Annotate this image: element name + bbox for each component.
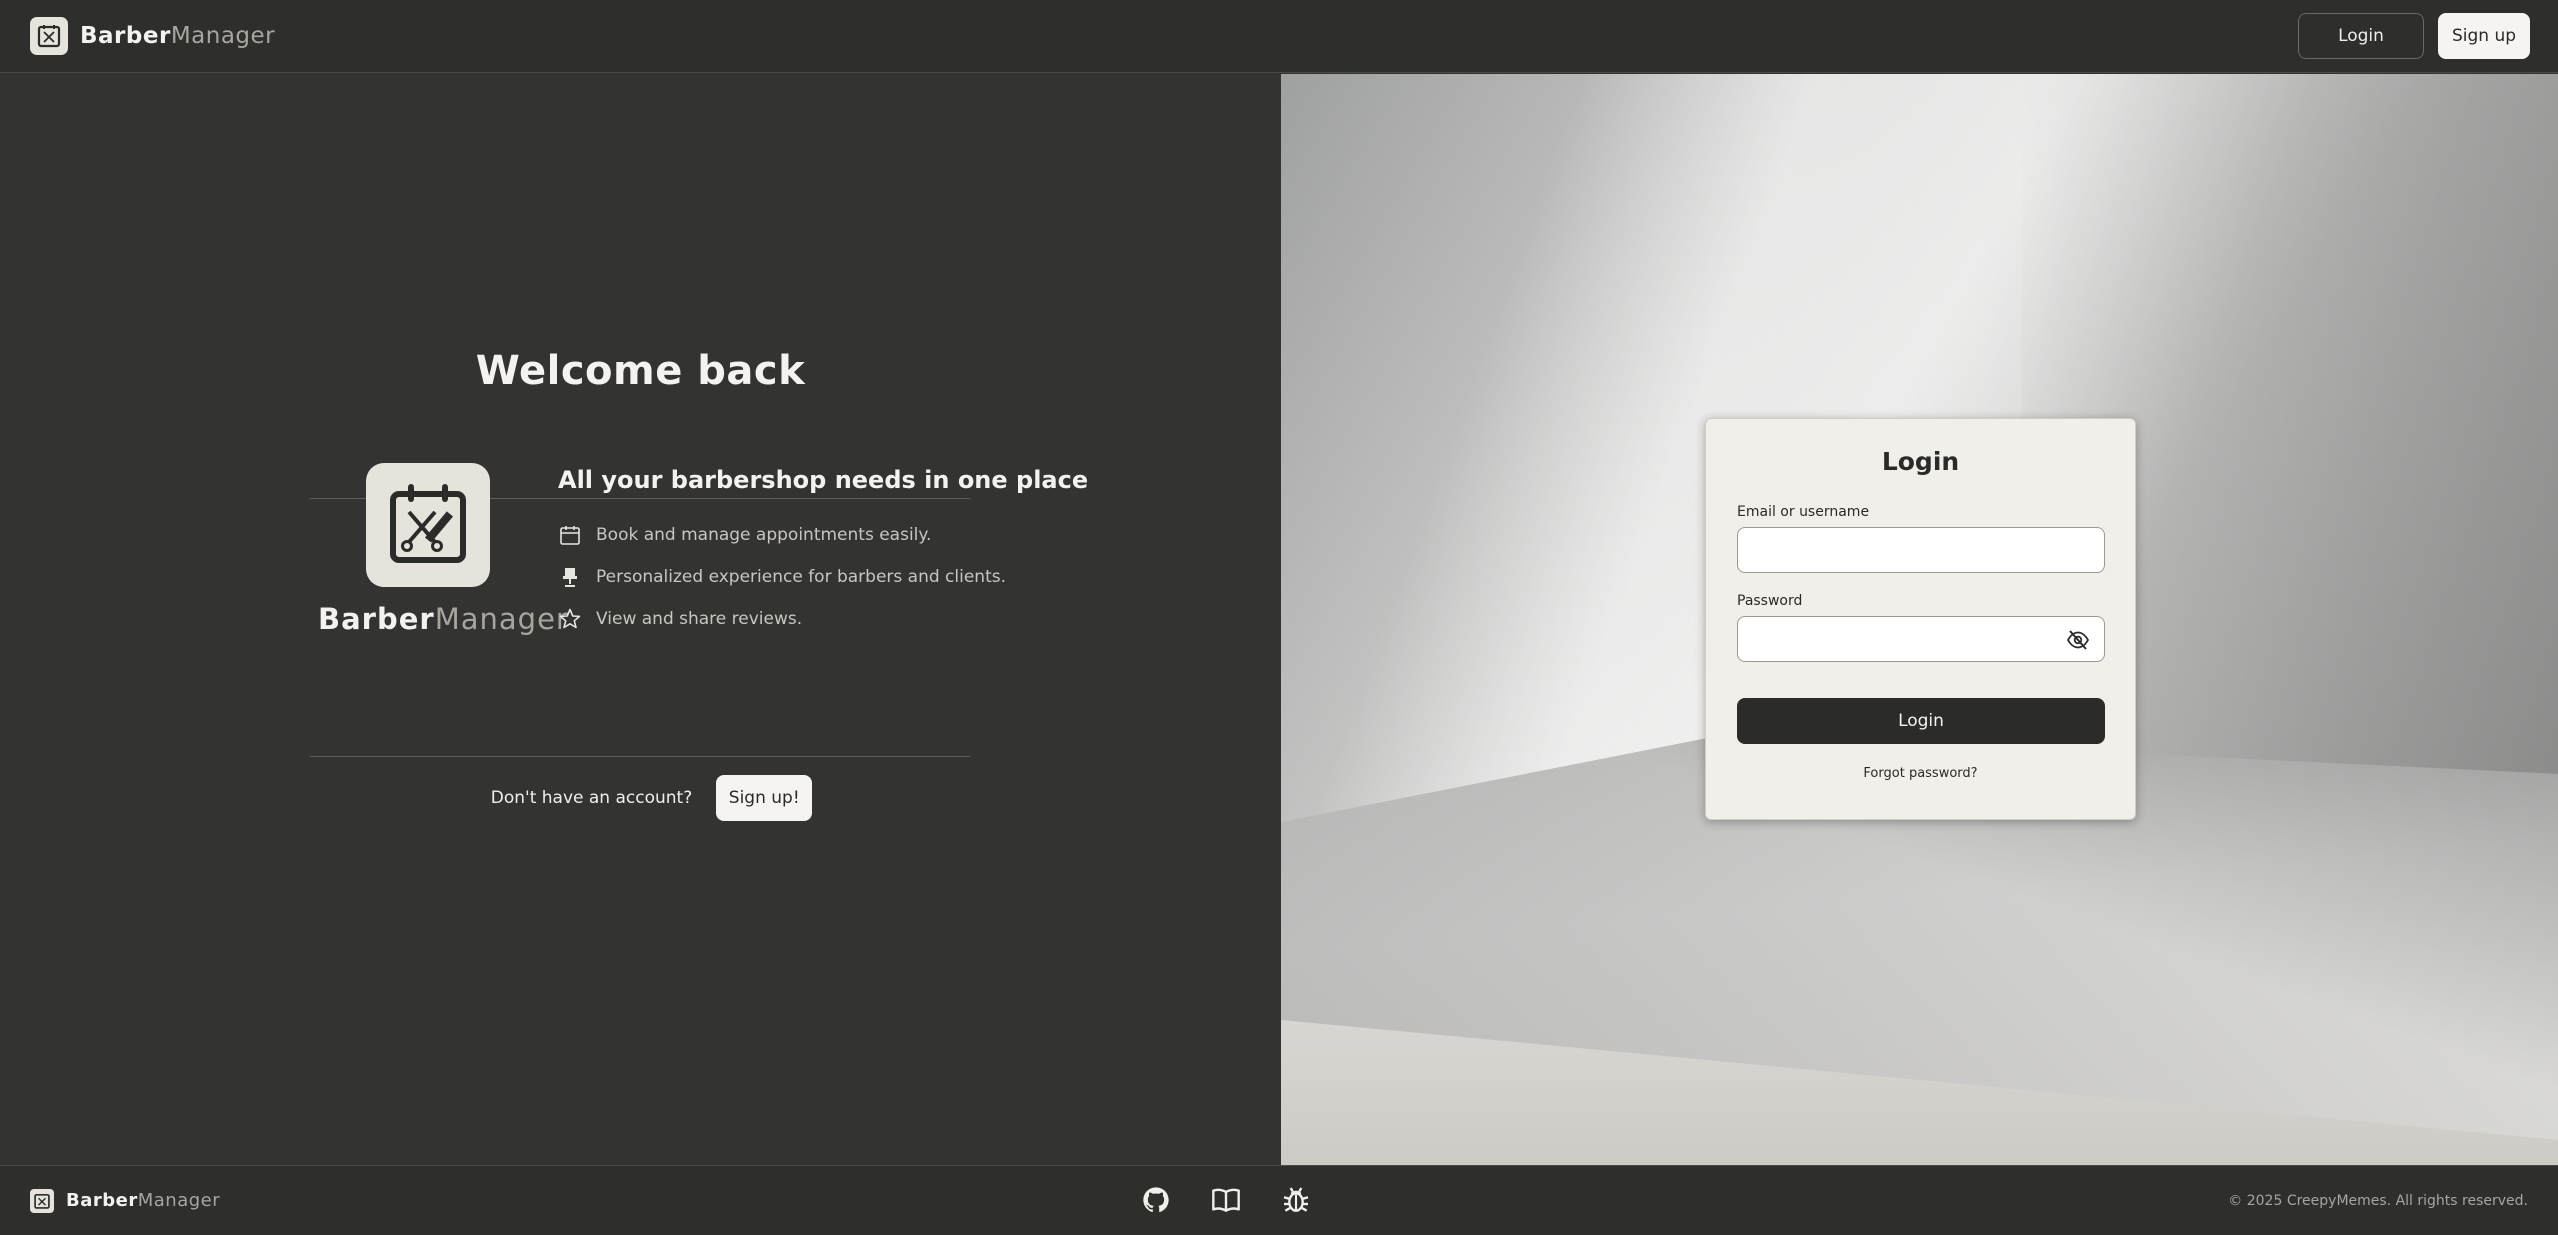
feature-text: Personalized experience for barbers and … <box>596 567 1007 587</box>
barber-logo-icon-small <box>30 1188 54 1213</box>
signup-question: Don't have an account? <box>490 788 693 808</box>
footer-links <box>1140 1184 1312 1216</box>
login-card: Login Email or username Password Login F… <box>1705 418 2136 820</box>
password-label: Password <box>1737 593 1803 609</box>
feature-brand-light: Manager <box>434 602 569 636</box>
header-login-button[interactable]: Login <box>2298 13 2424 59</box>
divider-bottom <box>310 756 970 757</box>
brand-light: Manager <box>170 23 276 49</box>
copyright-text: © 2025 CreepyMemes. All rights reserved. <box>2228 1192 2528 1209</box>
tagline: All your barbershop needs in one place <box>558 466 1089 494</box>
barber-logo-icon-large <box>366 463 490 587</box>
footer-brand[interactable]: BarberManager <box>30 1188 220 1213</box>
feature-text: Book and manage appointments easily. <box>596 525 932 545</box>
login-submit-button[interactable]: Login <box>1737 698 2105 744</box>
footer-brand-strong: Barber <box>66 1190 138 1211</box>
list-item: Personalized experience for barbers and … <box>558 556 1006 598</box>
bug-icon[interactable] <box>1280 1184 1312 1216</box>
barber-chair-icon <box>563 568 577 587</box>
email-label: Email or username <box>1737 504 1870 520</box>
github-icon[interactable] <box>1140 1184 1172 1216</box>
feature-list: Book and manage appointments easily. Per… <box>558 514 1006 640</box>
eye-off-icon[interactable] <box>2066 628 2090 652</box>
welcome-title: Welcome back <box>475 348 806 394</box>
email-field[interactable] <box>1737 527 2105 573</box>
barber-logo-icon <box>30 17 68 55</box>
calendar-icon <box>560 526 580 545</box>
footer-brand-light: Manager <box>137 1190 221 1211</box>
signup-prompt: Don't have an account? Sign up! <box>0 775 1281 821</box>
password-field[interactable] <box>1737 616 2105 662</box>
feature-brand-strong: Barber <box>318 602 435 636</box>
header-brand[interactable]: BarberManager <box>30 17 275 55</box>
header-actions: Login Sign up <box>2298 13 2530 59</box>
header-signup-button[interactable]: Sign up <box>2438 13 2530 59</box>
login-title: Login <box>1881 447 1960 476</box>
star-icon <box>559 608 581 629</box>
top-navbar: BarberManager Login Sign up <box>0 0 2558 73</box>
forgot-password-link[interactable]: Forgot password? <box>1737 766 2104 781</box>
brand-name: BarberManager <box>80 23 275 49</box>
feature-text: View and share reviews. <box>596 609 803 629</box>
footer-brand-name: BarberManager <box>66 1190 220 1211</box>
list-item: View and share reviews. <box>558 598 1006 640</box>
feature-brand-name: BarberManager <box>318 602 568 636</box>
footer: BarberManager © 2025 CreepyMemes. All ri… <box>0 1165 2558 1235</box>
signup-button[interactable]: Sign up! <box>716 775 813 821</box>
brand-strong: Barber <box>80 23 171 49</box>
book-icon[interactable] <box>1210 1184 1242 1216</box>
list-item: Book and manage appointments easily. <box>558 514 1006 556</box>
